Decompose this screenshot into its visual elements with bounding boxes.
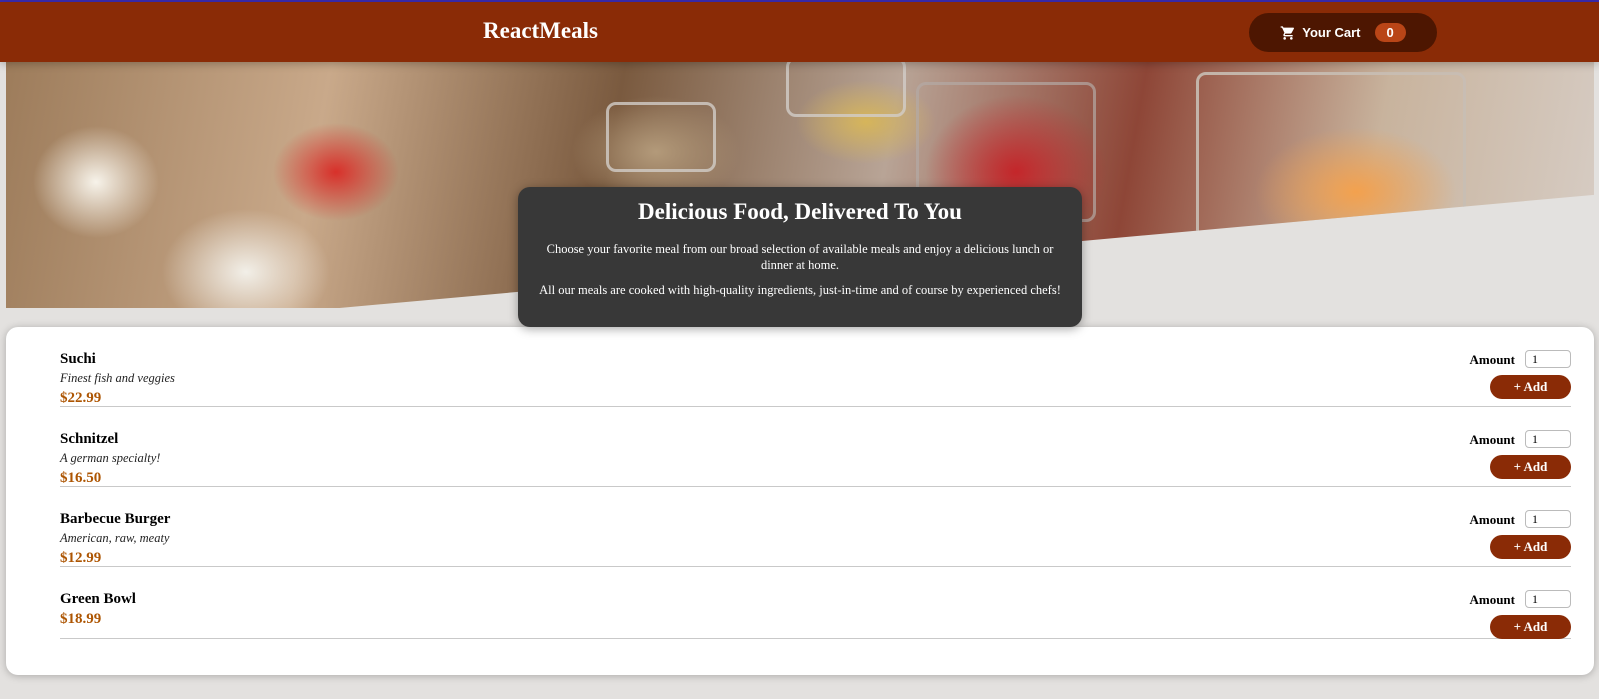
meal-item: Suchi Finest fish and veggies $22.99 Amo… [60,327,1571,407]
amount-input[interactable] [1525,430,1571,448]
summary-paragraph-1: Choose your favorite meal from our broad… [546,242,1054,272]
amount-label: Amount [1469,352,1515,367]
add-to-cart-button[interactable]: + Add [1490,455,1571,479]
hero-plate-shape [1196,72,1466,242]
amount-label: Amount [1469,432,1515,447]
cart-icon [1280,25,1296,41]
available-meals-card: Suchi Finest fish and veggies $22.99 Amo… [6,327,1594,675]
meal-description: American, raw, meaty [60,531,170,545]
meal-price: $12.99 [60,550,102,566]
cart-count-badge: 0 [1374,23,1406,42]
add-to-cart-button[interactable]: + Add [1490,375,1571,399]
summary-title: Delicious Food, Delivered To You [638,199,962,224]
cart-button[interactable]: Your Cart 0 [1249,13,1437,52]
app-logo: ReactMeals [483,18,598,43]
amount-input[interactable] [1525,350,1571,368]
meal-name: Green Bowl [60,591,136,607]
meal-price: $18.99 [60,611,102,627]
summary-paragraph-2: All our meals are cooked with high-quali… [539,283,1061,297]
amount-label: Amount [1469,512,1515,527]
meal-item: Green Bowl $18.99 Amount + Add [60,567,1571,639]
meal-name: Schnitzel [60,431,119,447]
cart-label: Your Cart [1302,25,1361,40]
meal-description: Finest fish and veggies [60,371,175,385]
hero-plate-shape [786,62,906,117]
meal-item: Barbecue Burger American, raw, meaty $12… [60,487,1571,567]
hero-plate-shape [606,102,716,172]
add-to-cart-button[interactable]: + Add [1490,615,1571,639]
meals-summary-card: Delicious Food, Delivered To You Choose … [518,187,1082,327]
app-header: ReactMeals Your Cart 0 [0,2,1599,62]
meal-price: $16.50 [60,470,102,486]
amount-input[interactable] [1525,510,1571,528]
meal-item: Schnitzel A german specialty! $16.50 Amo… [60,407,1571,487]
meal-name: Barbecue Burger [60,511,171,527]
meal-name: Suchi [60,351,96,367]
amount-input[interactable] [1525,590,1571,608]
meal-description: A german specialty! [60,451,161,465]
meal-price: $22.99 [60,390,102,406]
amount-label: Amount [1469,592,1515,607]
add-to-cart-button[interactable]: + Add [1490,535,1571,559]
